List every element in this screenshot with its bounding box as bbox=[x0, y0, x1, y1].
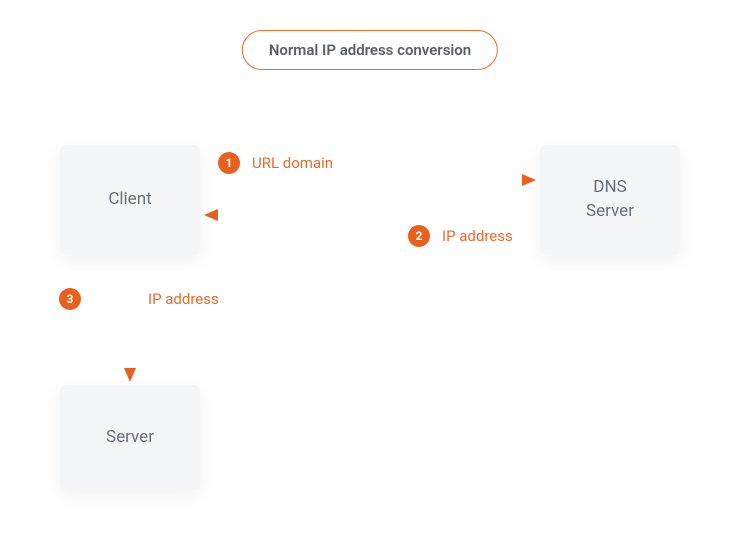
step-label-3: IP address bbox=[148, 290, 219, 308]
step-badge-1: 1 bbox=[218, 152, 240, 174]
diagram-title: Normal IP address conversion bbox=[242, 30, 498, 70]
node-server: Server bbox=[60, 385, 200, 490]
step-badge-2: 2 bbox=[408, 225, 430, 247]
step-badge-3: 3 bbox=[59, 288, 81, 310]
node-dns-server: DNS Server bbox=[540, 145, 680, 255]
diagram-canvas: Normal IP address conversion Client DNS … bbox=[0, 0, 740, 533]
node-client: Client bbox=[60, 145, 200, 255]
step-label-1: URL domain bbox=[252, 154, 333, 172]
step-label-2: IP address bbox=[442, 227, 513, 245]
